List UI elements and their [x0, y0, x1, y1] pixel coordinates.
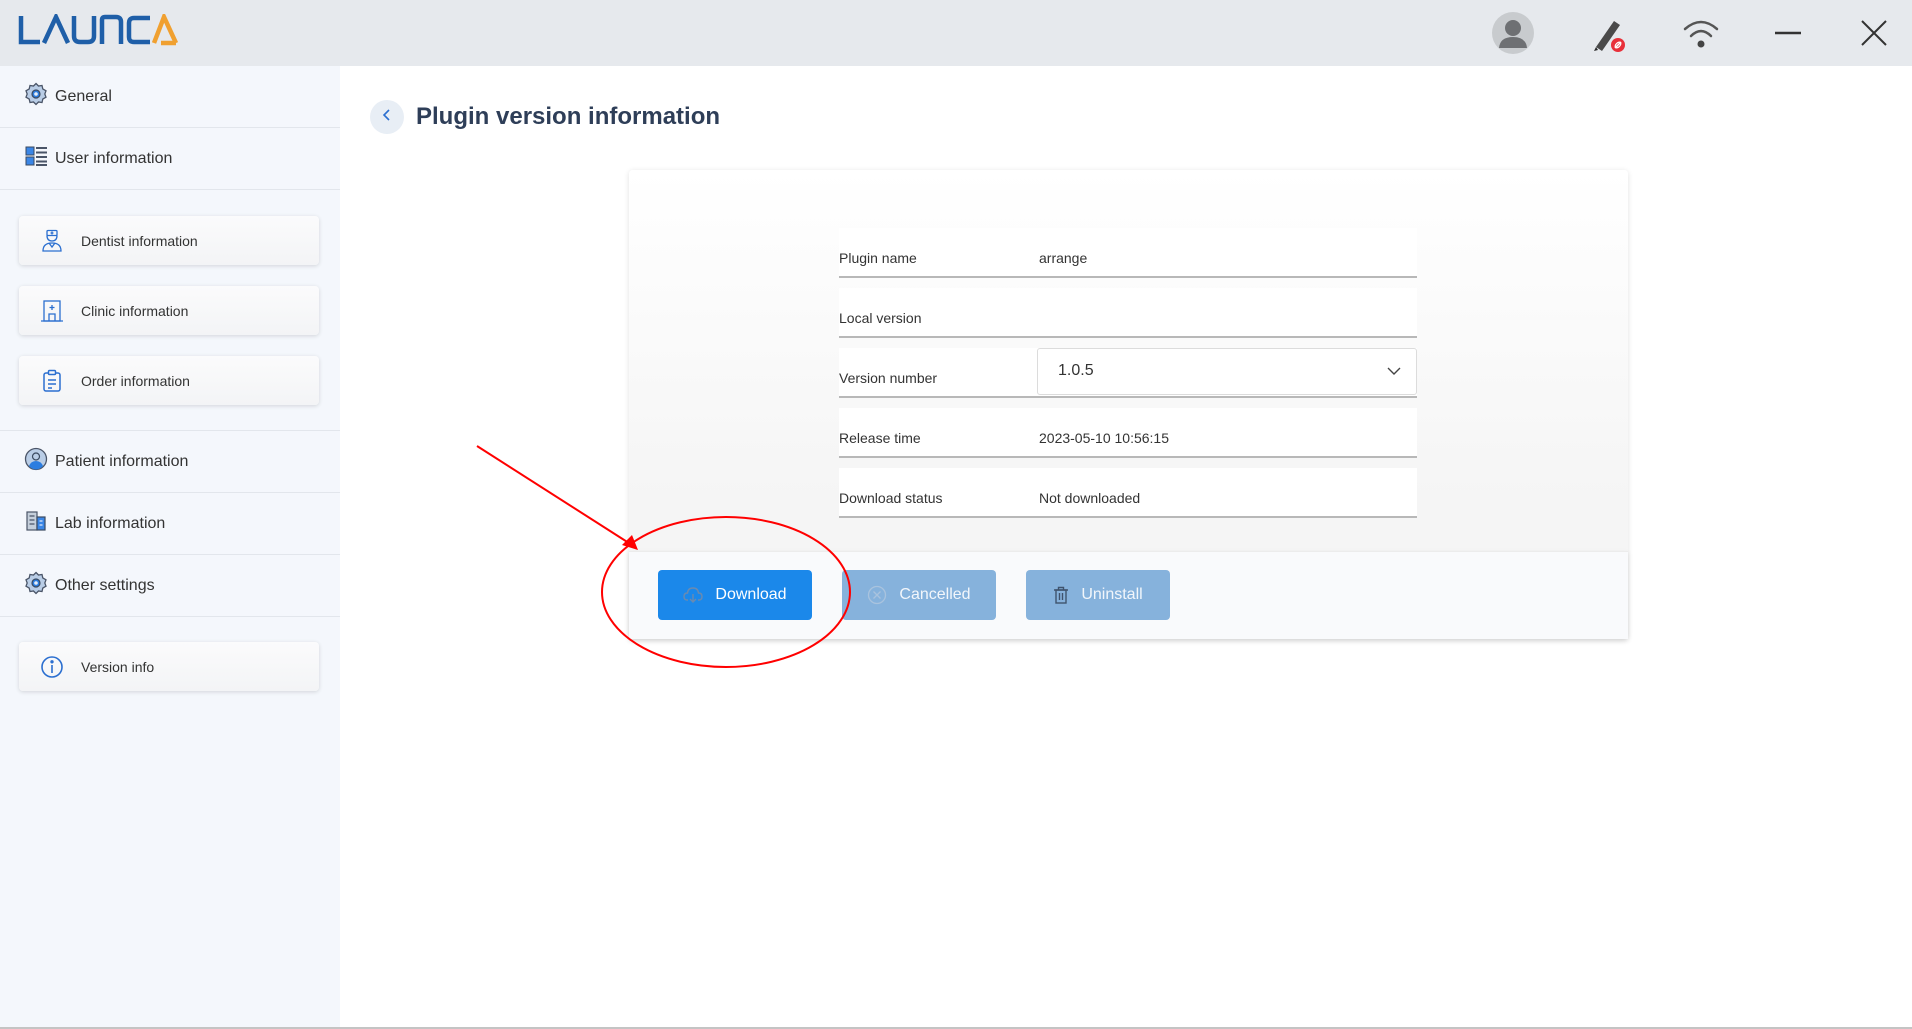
download-label: Download	[715, 586, 787, 603]
trash-icon	[1053, 586, 1069, 604]
info-icon	[38, 653, 66, 681]
clinic-icon	[38, 297, 66, 325]
sidebar-item-label: User information	[55, 149, 173, 167]
uninstall-button[interactable]: Uninstall	[1026, 570, 1170, 620]
sidebar-item-label: Other settings	[55, 576, 155, 594]
field-download-status: Download status Not downloaded	[839, 468, 1417, 518]
sidebar-item-label: Clinic information	[81, 302, 189, 319]
field-label: Download status	[839, 490, 943, 506]
sidebar-item-label: Dentist information	[81, 232, 198, 249]
cloud-download-icon	[683, 586, 704, 604]
launca-logo	[18, 11, 179, 46]
title-bar	[0, 0, 1912, 66]
uninstall-label: Uninstall	[1081, 586, 1143, 603]
clipboard-icon	[38, 367, 66, 395]
sidebar-item-label: Version info	[81, 658, 155, 675]
sidebar-item-patient-information[interactable]: Patient information	[0, 431, 340, 493]
sidebar-item-dentist-information[interactable]: Dentist information	[19, 216, 319, 265]
chevron-down-icon	[1386, 363, 1402, 384]
avatar-icon[interactable]	[1488, 8, 1538, 58]
building-icon	[24, 509, 48, 538]
field-label: Local version	[839, 310, 922, 326]
minimize-icon[interactable]	[1763, 8, 1813, 58]
sidebar-item-label: Lab information	[55, 514, 166, 532]
field-value: 2023-05-10 10:56:15	[1039, 430, 1169, 446]
sidebar-item-clinic-information[interactable]: Clinic information	[19, 286, 319, 335]
gear-icon	[24, 82, 48, 111]
version-number-select[interactable]: 1.0.5	[1037, 348, 1417, 395]
field-local-version: Local version	[839, 288, 1417, 338]
list-grid-icon	[24, 144, 48, 173]
field-release-time: Release time 2023-05-10 10:56:15	[839, 408, 1417, 458]
cancelled-button[interactable]: Cancelled	[842, 570, 996, 620]
cancel-circle-icon	[867, 585, 887, 605]
sidebar-item-general[interactable]: General	[0, 66, 340, 128]
dentist-icon	[38, 227, 66, 255]
sidebar-item-label: Order information	[81, 372, 190, 389]
field-plugin-name: Plugin name arrange	[839, 228, 1417, 278]
sidebar-item-lab-information[interactable]: Lab information	[0, 493, 340, 555]
field-value: Not downloaded	[1039, 490, 1141, 506]
sidebar-item-version-info[interactable]: Version info	[19, 642, 319, 691]
field-label: Release time	[839, 430, 921, 446]
select-value: 1.0.5	[1058, 362, 1094, 379]
field-value: arrange	[1039, 250, 1088, 266]
field-label: Plugin name	[839, 250, 917, 266]
sidebar-item-label: Patient information	[55, 452, 189, 470]
sidebar-item-order-information[interactable]: Order information	[19, 356, 319, 405]
download-button[interactable]: Download	[658, 570, 812, 620]
cancelled-label: Cancelled	[899, 586, 971, 603]
page-title: Plugin version information	[416, 103, 721, 130]
back-button[interactable]	[370, 100, 404, 134]
wifi-icon[interactable]	[1676, 8, 1726, 58]
close-icon[interactable]	[1849, 8, 1899, 58]
patient-icon	[24, 447, 48, 476]
chevron-left-icon	[380, 108, 394, 127]
sidebar-item-user-information[interactable]: User information	[0, 128, 340, 190]
pen-disconnected-icon[interactable]	[1583, 8, 1633, 58]
gear-icon	[24, 571, 48, 600]
sidebar-item-other-settings[interactable]: Other settings	[0, 555, 340, 617]
field-label: Version number	[839, 370, 938, 386]
sidebar-item-label: General	[55, 87, 112, 105]
